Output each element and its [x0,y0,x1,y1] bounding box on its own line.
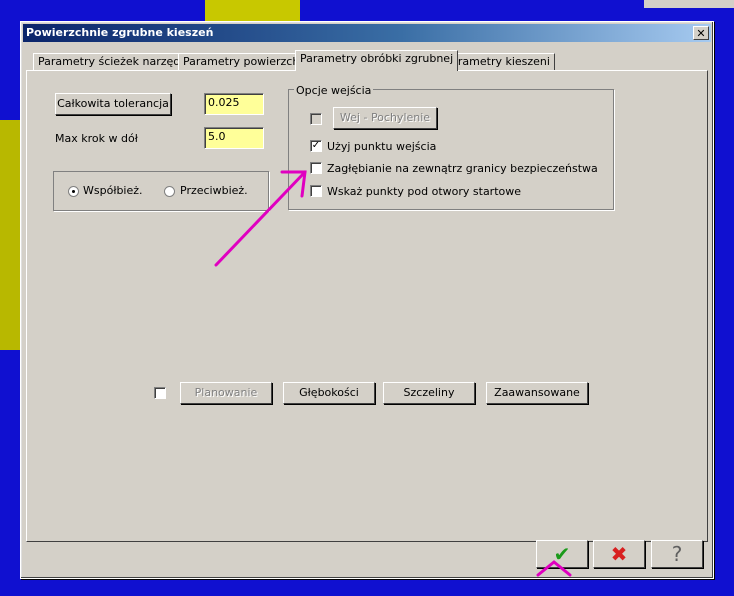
annotation-arrow-icon [214,170,307,267]
tab-label: Parametry obróbki zgrubnej [300,52,454,65]
annotation-overlay [214,170,572,577]
tab-rough-parameters[interactable]: Parametry obróbki zgrubnej [295,50,459,71]
annotation-caret-icon [536,560,572,577]
